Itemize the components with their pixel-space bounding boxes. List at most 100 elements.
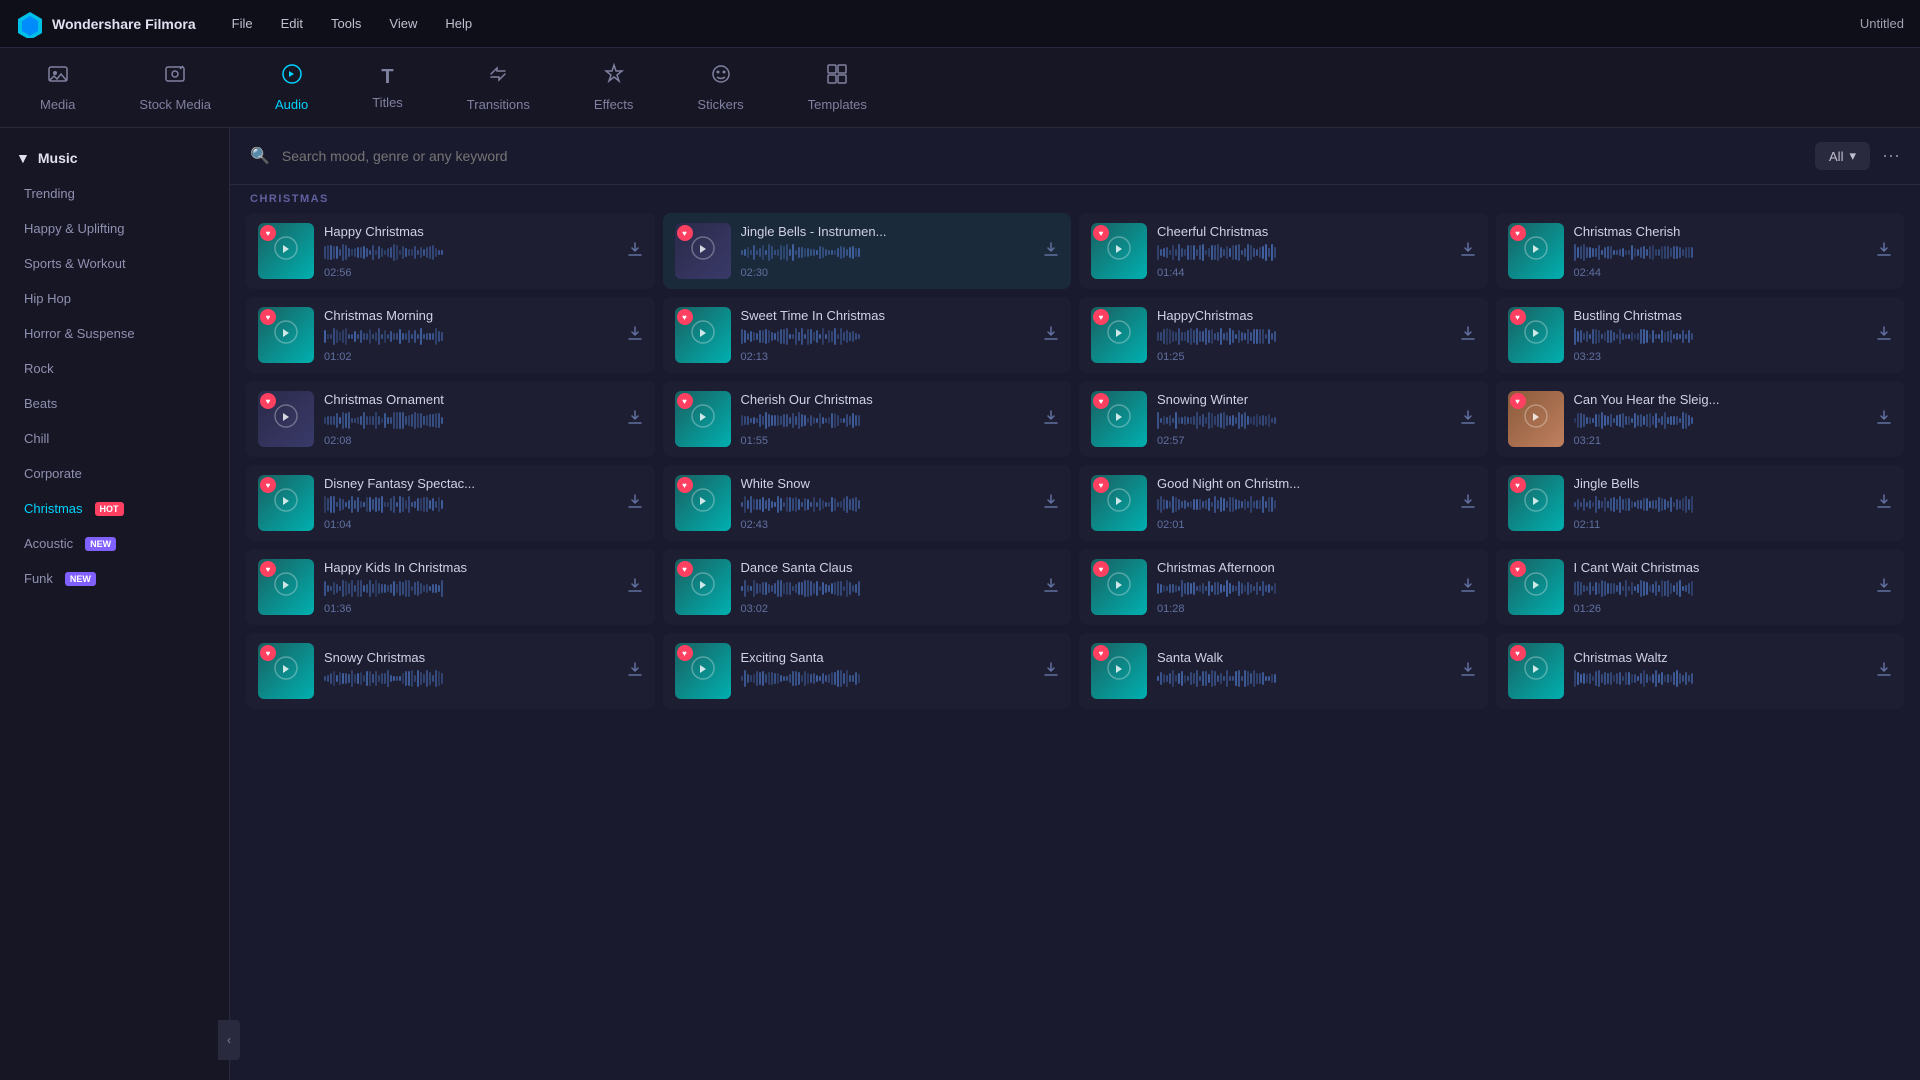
heart-badge-14: ♥ xyxy=(677,477,693,493)
download-button-21[interactable] xyxy=(627,661,643,682)
music-card-16[interactable]: ♥Jingle Bells02:11 xyxy=(1496,465,1905,541)
download-button-18[interactable] xyxy=(1043,577,1059,598)
sidebar-item-funk[interactable]: Funk NEW xyxy=(0,561,229,596)
music-card-22[interactable]: ♥Exciting Santa xyxy=(663,633,1072,709)
sidebar-item-acoustic[interactable]: Acoustic NEW xyxy=(0,526,229,561)
music-card-4[interactable]: ♥Christmas Cherish02:44 xyxy=(1496,213,1905,289)
music-duration-8: 03:23 xyxy=(1574,351,1867,363)
toolbar-titles[interactable]: T Titles xyxy=(356,58,419,118)
toolbar-stock-media[interactable]: Stock Media xyxy=(123,55,227,120)
music-card-7[interactable]: ♥HappyChristmas01:25 xyxy=(1079,297,1488,373)
more-options-button[interactable]: ⋯ xyxy=(1882,146,1900,167)
music-card-17[interactable]: ♥Happy Kids In Christmas01:36 xyxy=(246,549,655,625)
music-card-20[interactable]: ♥I Cant Wait Christmas01:26 xyxy=(1496,549,1905,625)
heart-badge-5: ♥ xyxy=(260,309,276,325)
menu-help[interactable]: Help xyxy=(433,12,484,35)
acoustic-new-badge: NEW xyxy=(85,537,116,551)
sidebar-item-hiphop[interactable]: Hip Hop xyxy=(0,281,229,316)
download-button-6[interactable] xyxy=(1043,325,1059,346)
music-info-7: HappyChristmas01:25 xyxy=(1157,308,1450,363)
toolbar-media[interactable]: Media xyxy=(24,55,91,120)
sidebar-music-header[interactable]: ▼ Music xyxy=(0,140,229,176)
music-card-14[interactable]: ♥White Snow02:43 xyxy=(663,465,1072,541)
menu-view[interactable]: View xyxy=(377,12,429,35)
download-button-17[interactable] xyxy=(627,577,643,598)
download-button-9[interactable] xyxy=(627,409,643,430)
music-info-4: Christmas Cherish02:44 xyxy=(1574,224,1867,279)
music-info-23: Santa Walk xyxy=(1157,650,1450,693)
music-card-10[interactable]: ♥Cherish Our Christmas01:55 xyxy=(663,381,1072,457)
music-note-icon-3 xyxy=(1106,235,1132,268)
music-card-1[interactable]: ♥Happy Christmas02:56 xyxy=(246,213,655,289)
download-button-19[interactable] xyxy=(1460,577,1476,598)
toolbar-audio[interactable]: Audio xyxy=(259,55,324,120)
music-card-11[interactable]: ♥Snowing Winter02:57 xyxy=(1079,381,1488,457)
download-button-11[interactable] xyxy=(1460,409,1476,430)
toolbar: Media Stock Media Audio T Titles Transit… xyxy=(0,48,1920,128)
sidebar-item-trending[interactable]: Trending xyxy=(0,176,229,211)
menu-tools[interactable]: Tools xyxy=(319,12,373,35)
download-button-15[interactable] xyxy=(1460,493,1476,514)
download-button-23[interactable] xyxy=(1460,661,1476,682)
search-input[interactable] xyxy=(282,148,1803,164)
menu-edit[interactable]: Edit xyxy=(269,12,315,35)
music-note-icon-13 xyxy=(273,487,299,520)
toolbar-effects[interactable]: Effects xyxy=(578,55,650,120)
music-title-2: Jingle Bells - Instrumen... xyxy=(741,224,1034,239)
music-card-19[interactable]: ♥Christmas Afternoon01:28 xyxy=(1079,549,1488,625)
download-button-2[interactable] xyxy=(1043,241,1059,262)
download-button-22[interactable] xyxy=(1043,661,1059,682)
music-card-3[interactable]: ♥Cheerful Christmas01:44 xyxy=(1079,213,1488,289)
download-button-8[interactable] xyxy=(1876,325,1892,346)
toolbar-stickers[interactable]: Stickers xyxy=(681,55,759,120)
music-card-18[interactable]: ♥Dance Santa Claus03:02 xyxy=(663,549,1072,625)
music-card-13[interactable]: ♥Disney Fantasy Spectac...01:04 xyxy=(246,465,655,541)
download-button-1[interactable] xyxy=(627,241,643,262)
download-button-13[interactable] xyxy=(627,493,643,514)
download-button-20[interactable] xyxy=(1876,577,1892,598)
toolbar-templates-label: Templates xyxy=(808,97,867,112)
music-duration-18: 03:02 xyxy=(741,603,1034,615)
music-card-8[interactable]: ♥Bustling Christmas03:23 xyxy=(1496,297,1905,373)
sidebar-item-chill[interactable]: Chill xyxy=(0,421,229,456)
download-button-5[interactable] xyxy=(627,325,643,346)
music-info-12: Can You Hear the Sleig...03:21 xyxy=(1574,392,1867,447)
download-button-7[interactable] xyxy=(1460,325,1476,346)
sidebar-header-label: Music xyxy=(38,150,78,166)
sidebar-collapse-button[interactable]: ‹ xyxy=(218,1020,230,1060)
music-card-5[interactable]: ♥Christmas Morning01:02 xyxy=(246,297,655,373)
download-button-10[interactable] xyxy=(1043,409,1059,430)
download-button-4[interactable] xyxy=(1876,241,1892,262)
download-button-16[interactable] xyxy=(1876,493,1892,514)
music-card-9[interactable]: ♥Christmas Ornament02:08 xyxy=(246,381,655,457)
filter-all-button[interactable]: All ▾ xyxy=(1815,142,1870,170)
music-info-3: Cheerful Christmas01:44 xyxy=(1157,224,1450,279)
sidebar-item-sports[interactable]: Sports & Workout xyxy=(0,246,229,281)
music-card-15[interactable]: ♥Good Night on Christm...02:01 xyxy=(1079,465,1488,541)
download-button-12[interactable] xyxy=(1876,409,1892,430)
music-card-21[interactable]: ♥Snowy Christmas xyxy=(246,633,655,709)
download-button-24[interactable] xyxy=(1876,661,1892,682)
sidebar-item-beats[interactable]: Beats xyxy=(0,386,229,421)
music-card-12[interactable]: ♥Can You Hear the Sleig...03:21 xyxy=(1496,381,1905,457)
music-card-24[interactable]: ♥Christmas Waltz xyxy=(1496,633,1905,709)
toolbar-transitions[interactable]: Transitions xyxy=(451,55,546,120)
sidebar-item-corporate[interactable]: Corporate xyxy=(0,456,229,491)
music-info-18: Dance Santa Claus03:02 xyxy=(741,560,1034,615)
music-note-icon-15 xyxy=(1106,487,1132,520)
menu-file[interactable]: File xyxy=(220,12,265,35)
download-button-3[interactable] xyxy=(1460,241,1476,262)
music-card-23[interactable]: ♥Santa Walk xyxy=(1079,633,1488,709)
music-card-6[interactable]: ♥Sweet Time In Christmas02:13 xyxy=(663,297,1072,373)
music-card-2[interactable]: ♥Jingle Bells - Instrumen...02:30 xyxy=(663,213,1072,289)
sidebar-item-horror[interactable]: Horror & Suspense xyxy=(0,316,229,351)
sidebar-item-happy[interactable]: Happy & Uplifting xyxy=(0,211,229,246)
music-note-icon-23 xyxy=(1106,655,1132,688)
music-duration-13: 01:04 xyxy=(324,519,617,531)
sidebar-item-christmas[interactable]: Christmas HOT xyxy=(0,491,229,526)
download-button-14[interactable] xyxy=(1043,493,1059,514)
music-duration-5: 01:02 xyxy=(324,351,617,363)
music-thumbnail-12: ♥ xyxy=(1508,391,1564,447)
sidebar-item-rock[interactable]: Rock xyxy=(0,351,229,386)
toolbar-templates[interactable]: Templates xyxy=(792,55,883,120)
